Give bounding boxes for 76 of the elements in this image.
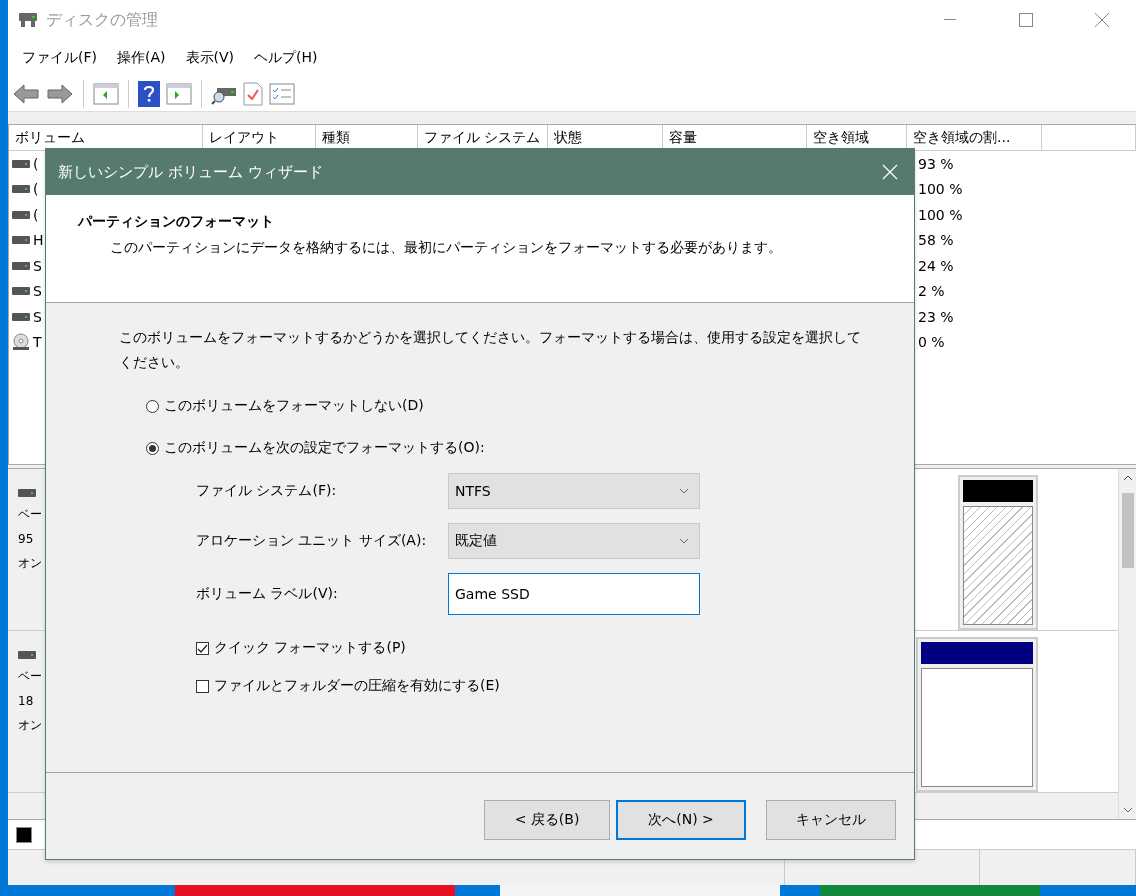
scroll-down-icon xyxy=(1122,807,1133,813)
drive-icon xyxy=(12,261,30,270)
minimize-icon xyxy=(944,19,956,21)
volume-name: T xyxy=(33,334,42,351)
page-description: このパーティションにデータを格納するには、最初にパーティションをフォーマットする必要があります。 xyxy=(109,239,783,257)
dropdown[interactable]: 既定値 xyxy=(448,523,700,559)
console-tree-icon[interactable] xyxy=(93,82,119,105)
vertical-scrollbar[interactable] xyxy=(1118,469,1136,819)
free-percent: 24 % xyxy=(918,257,954,274)
dialog-title: 新しいシンプル ボリューム ウィザード xyxy=(58,162,324,182)
close-icon xyxy=(1095,13,1109,27)
volume-name: ( xyxy=(33,155,39,172)
dialog-button[interactable]: 次へ(N) > xyxy=(616,800,746,840)
menu-item[interactable]: 操作(A) xyxy=(109,49,178,67)
close-icon xyxy=(882,164,898,180)
free-percent: 100 % xyxy=(918,206,963,223)
free-percent: 93 % xyxy=(918,155,954,172)
volume-name: H xyxy=(33,232,44,249)
drive-icon xyxy=(12,236,30,245)
disk-info-text: 95 xyxy=(18,532,35,546)
cd-drive-icon xyxy=(12,333,30,352)
maximize-icon xyxy=(1019,13,1033,27)
drive-icon xyxy=(12,287,30,296)
volume-name: ( xyxy=(33,181,39,198)
forward-icon[interactable] xyxy=(46,82,74,105)
checkbox-option[interactable]: ファイルとフォルダーの圧縮を有効にする(E) xyxy=(196,677,874,695)
free-percent: 58 % xyxy=(918,232,954,249)
window-title: ディスクの管理 xyxy=(46,9,159,31)
dialog-button[interactable]: < 戻る(B) xyxy=(484,800,610,840)
field-label: アロケーション ユニット サイズ(A): xyxy=(196,532,428,550)
disk-info-text: 18 xyxy=(18,694,35,708)
chevron-down-icon xyxy=(679,538,689,544)
drive-icon xyxy=(12,210,30,219)
action-pane-icon[interactable] xyxy=(166,82,192,105)
drive-icon xyxy=(18,489,36,497)
checked-document-icon[interactable] xyxy=(243,81,263,106)
instruction-text: このボリュームをフォーマットするかどうかを選択してください。フォーマットする場合は、使用する設定を選択してください。 xyxy=(119,328,862,372)
partition-block[interactable] xyxy=(958,475,1038,630)
back-icon[interactable] xyxy=(12,82,40,105)
dropdown[interactable]: NTFS xyxy=(448,473,700,509)
checkbox-option[interactable]: クイック フォーマットする(P) xyxy=(196,639,874,657)
menu-item[interactable]: 表示(V) xyxy=(177,49,246,67)
free-percent: 100 % xyxy=(918,181,963,198)
volume-name: S xyxy=(33,257,42,274)
input-field[interactable]: Game SSD xyxy=(448,573,700,615)
free-percent: 0 % xyxy=(918,334,945,351)
field-label: ファイル システム(F): xyxy=(196,482,338,500)
partition-block[interactable] xyxy=(916,637,1038,792)
free-percent: 23 % xyxy=(918,308,954,325)
help-icon[interactable] xyxy=(138,80,160,107)
chevron-down-icon xyxy=(679,488,689,494)
drive-icon xyxy=(12,312,30,321)
radio-option[interactable]: このボリュームをフォーマットしない(D) xyxy=(146,397,874,415)
volume-name: ( xyxy=(33,206,39,223)
menu-item[interactable]: ヘルプ(H) xyxy=(246,49,330,67)
disk-info-text: オン xyxy=(18,717,43,734)
disk-info-text: ベー xyxy=(18,668,43,685)
disk-management-icon xyxy=(18,11,38,29)
volume-name: S xyxy=(33,283,42,300)
legend-swatch xyxy=(16,826,32,843)
scrollbar-thumb[interactable] xyxy=(1121,493,1134,568)
checkmark-icon xyxy=(197,642,208,654)
volume-name: S xyxy=(33,308,42,325)
page-heading: パーティションのフォーマット xyxy=(78,213,275,231)
drive-icon xyxy=(12,159,30,168)
menu-item[interactable]: ファイル(F) xyxy=(14,49,109,67)
checklist-icon[interactable] xyxy=(269,82,295,105)
dialog-button[interactable]: キャンセル xyxy=(766,800,896,840)
disk-info-text: オン xyxy=(18,555,43,572)
disk-info-text: ベー xyxy=(18,506,43,523)
radio-option[interactable]: このボリュームを次の設定でフォーマットする(O): xyxy=(146,439,874,457)
free-percent: 2 % xyxy=(918,283,945,300)
scroll-up-icon xyxy=(1122,475,1133,481)
drive-icon xyxy=(18,651,36,659)
field-label: ボリューム ラベル(V): xyxy=(196,585,339,603)
drive-icon xyxy=(12,185,30,194)
